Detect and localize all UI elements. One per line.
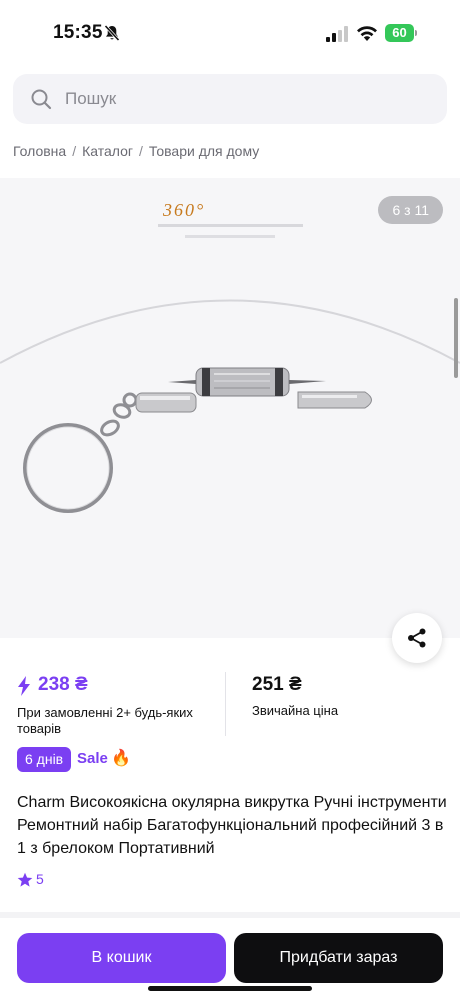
search-placeholder: Пошук [65,89,117,108]
status-time: 15:35 [53,22,103,43]
bell-slash-icon [104,24,120,42]
breadcrumb-item-category[interactable]: Товари для дому [149,143,259,159]
rating-value: 5 [36,871,44,887]
gallery-counter: 6 з 11 [378,196,443,224]
battery-icon: 60 [385,24,417,42]
breadcrumb-item-home[interactable]: Головна [13,143,66,159]
product-image [0,224,460,513]
battery-level: 60 [385,24,414,42]
home-indicator [148,986,312,991]
regular-price-note: Звичайна ціна [252,703,339,718]
price-divider [225,672,226,736]
search-input[interactable]: Пошук [13,74,447,124]
product-gallery[interactable]: 360° 6 з 11 [0,178,460,638]
search-icon [31,89,52,110]
share-button[interactable] [392,613,442,663]
star-icon [17,872,33,887]
image-badge-360: 360° [163,200,206,220]
days-badge: 6 днів [17,747,72,772]
bolt-icon [18,676,30,696]
add-to-cart-button[interactable]: В кошик [17,933,226,983]
promo-price-note: При замовленні 2+ будь-яких товарів [17,705,193,736]
regular-price: 251 ₴ [252,674,302,695]
breadcrumb-item-catalog[interactable]: Каталог [82,143,133,159]
bottom-divider [0,912,460,918]
sale-label: Sale [77,750,108,767]
status-bar: 15:35 60 [0,0,460,62]
share-icon [408,628,426,648]
promo-price: 238 ₴ [38,674,88,695]
signal-icon [326,26,348,42]
breadcrumb-separator: / [72,143,77,159]
wifi-icon [357,26,377,41]
gallery-scrollbar[interactable] [454,298,458,378]
product-title: Charm Високоякісна окулярна викрутка Руч… [17,794,447,857]
buy-now-button[interactable]: Придбати зараз [234,933,443,983]
breadcrumb-separator: / [139,143,143,159]
fire-icon: 🔥 [111,750,131,767]
breadcrumb: Головна / Каталог / Товари для дому [13,143,259,159]
battery-tip [415,30,417,36]
